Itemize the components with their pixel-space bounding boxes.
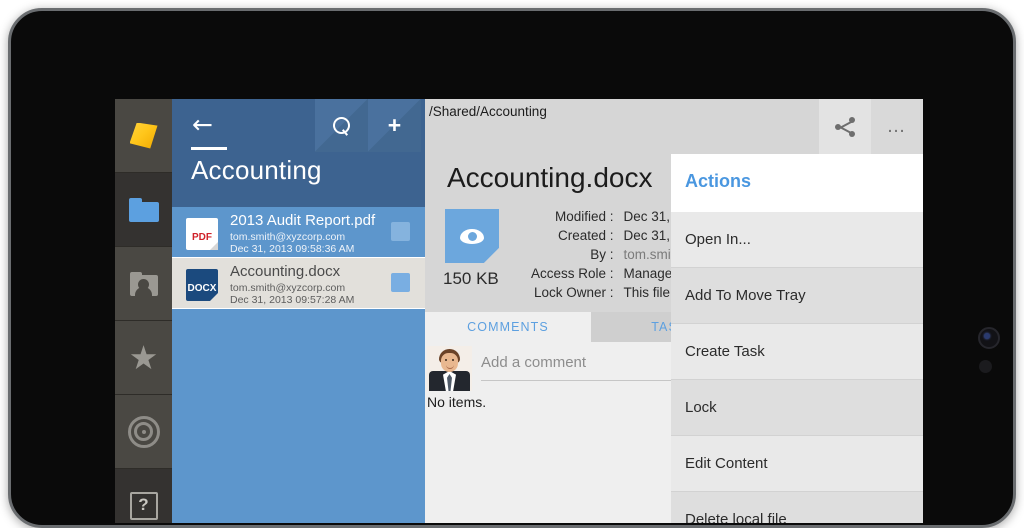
search-button[interactable] — [315, 99, 368, 152]
target-icon — [127, 415, 160, 448]
overflow-menu-button[interactable]: … — [871, 99, 923, 154]
docx-badge-label: DOCX — [187, 283, 217, 294]
table-row[interactable]: DOCX Accounting.docx tom.smith@xyzcorp.c… — [172, 258, 425, 308]
file-date: Dec 31, 2013 09:58:36 AM — [230, 243, 355, 255]
file-name: 2013 Audit Report.pdf — [230, 212, 376, 229]
notes-icon — [129, 122, 158, 149]
search-icon — [333, 117, 350, 134]
ambient-sensor-icon — [979, 360, 992, 373]
menu-item-add-to-move-tray[interactable]: Add To Move Tray — [671, 268, 923, 323]
pdf-file-type-icon: PDF — [186, 218, 218, 250]
rail-item-help[interactable]: ? — [115, 469, 172, 523]
menu-item-delete-local-file[interactable]: Delete local file — [671, 492, 923, 523]
file-owner: tom.smith@xyzcorp.com — [230, 282, 346, 294]
avatar-face — [441, 353, 458, 372]
person-body-shape — [134, 286, 152, 296]
share-icon — [835, 116, 855, 137]
file-size: 150 KB — [443, 269, 499, 288]
pdf-badge-label: PDF — [192, 232, 212, 243]
folder-icon — [128, 197, 159, 222]
metadata-key: By : — [590, 247, 614, 262]
breadcrumb: /Shared/Accounting — [429, 104, 547, 119]
metadata-key: Created : — [558, 228, 614, 243]
rail-item-notes[interactable] — [115, 99, 172, 173]
file-select-checkbox[interactable] — [391, 273, 410, 292]
target-center-dot — [141, 429, 146, 434]
plus-icon: + — [387, 112, 402, 138]
avatar — [427, 346, 472, 391]
tablet-device-frame: ★ ? ⚙ ← — [8, 8, 1016, 528]
menu-item-open-in[interactable]: Open In... — [671, 212, 923, 267]
tab-comments[interactable]: COMMENTS — [425, 312, 591, 342]
actions-panel: Actions Open In... Add To Move Tray Crea… — [671, 154, 923, 523]
list-divider — [172, 308, 425, 309]
empty-state-label: No items. — [427, 394, 487, 410]
folder-title: Accounting — [191, 155, 322, 185]
file-list-pane: ← + Accounting PDF 2013 Audit Report.pdf… — [172, 99, 425, 523]
badge-corner-fold — [210, 293, 218, 301]
tablet-screen: ★ ? ⚙ ← — [115, 99, 923, 523]
metadata-key: Lock Owner : — [534, 285, 614, 300]
screenshot-root: ★ ? ⚙ ← — [0, 0, 1024, 528]
actions-panel-title: Actions — [685, 171, 752, 191]
rail-item-activity[interactable] — [115, 395, 172, 469]
share-button[interactable] — [819, 99, 871, 154]
metadata-key: Access Role : — [531, 266, 614, 281]
back-button[interactable]: ← — [192, 112, 213, 137]
eye-preview-icon — [460, 228, 484, 244]
rail-item-shared[interactable] — [115, 247, 172, 321]
badge-corner-fold — [210, 242, 218, 250]
docx-file-type-icon: DOCX — [186, 269, 218, 301]
rail-item-favorites[interactable]: ★ — [115, 321, 172, 395]
table-row[interactable]: PDF 2013 Audit Report.pdf tom.smith@xyzc… — [172, 207, 425, 257]
contacts-folder-icon — [129, 271, 158, 296]
page-title: Accounting.docx — [447, 162, 653, 193]
overflow-menu-icon: … — [886, 115, 908, 137]
actions-panel-header: Actions — [671, 154, 923, 212]
add-button[interactable]: + — [368, 99, 421, 152]
list-header: ← + Accounting — [172, 99, 425, 207]
avatar-eye-left — [445, 359, 447, 361]
menu-item-lock[interactable]: Lock — [671, 380, 923, 435]
file-owner: tom.smith@xyzcorp.com — [230, 231, 346, 243]
file-name: Accounting.docx — [230, 263, 341, 280]
rail-item-folders[interactable] — [115, 173, 172, 247]
nav-rail: ★ ? ⚙ — [115, 99, 172, 523]
file-date: Dec 31, 2013 09:57:28 AM — [230, 294, 355, 306]
file-thumbnail[interactable] — [445, 209, 499, 263]
help-icon: ? — [129, 491, 158, 520]
metadata-key: Modified : — [555, 209, 614, 224]
back-underline-accent — [191, 147, 227, 150]
front-camera-icon — [978, 327, 1000, 349]
menu-item-edit-content[interactable]: Edit Content — [671, 436, 923, 491]
detail-topbar: /Shared/Accounting … — [425, 99, 923, 154]
target-inner-ring — [134, 422, 153, 441]
star-icon: ★ — [128, 339, 159, 376]
file-select-checkbox[interactable] — [391, 222, 410, 241]
avatar-eye-right — [452, 359, 454, 361]
menu-item-create-task[interactable]: Create Task — [671, 324, 923, 379]
